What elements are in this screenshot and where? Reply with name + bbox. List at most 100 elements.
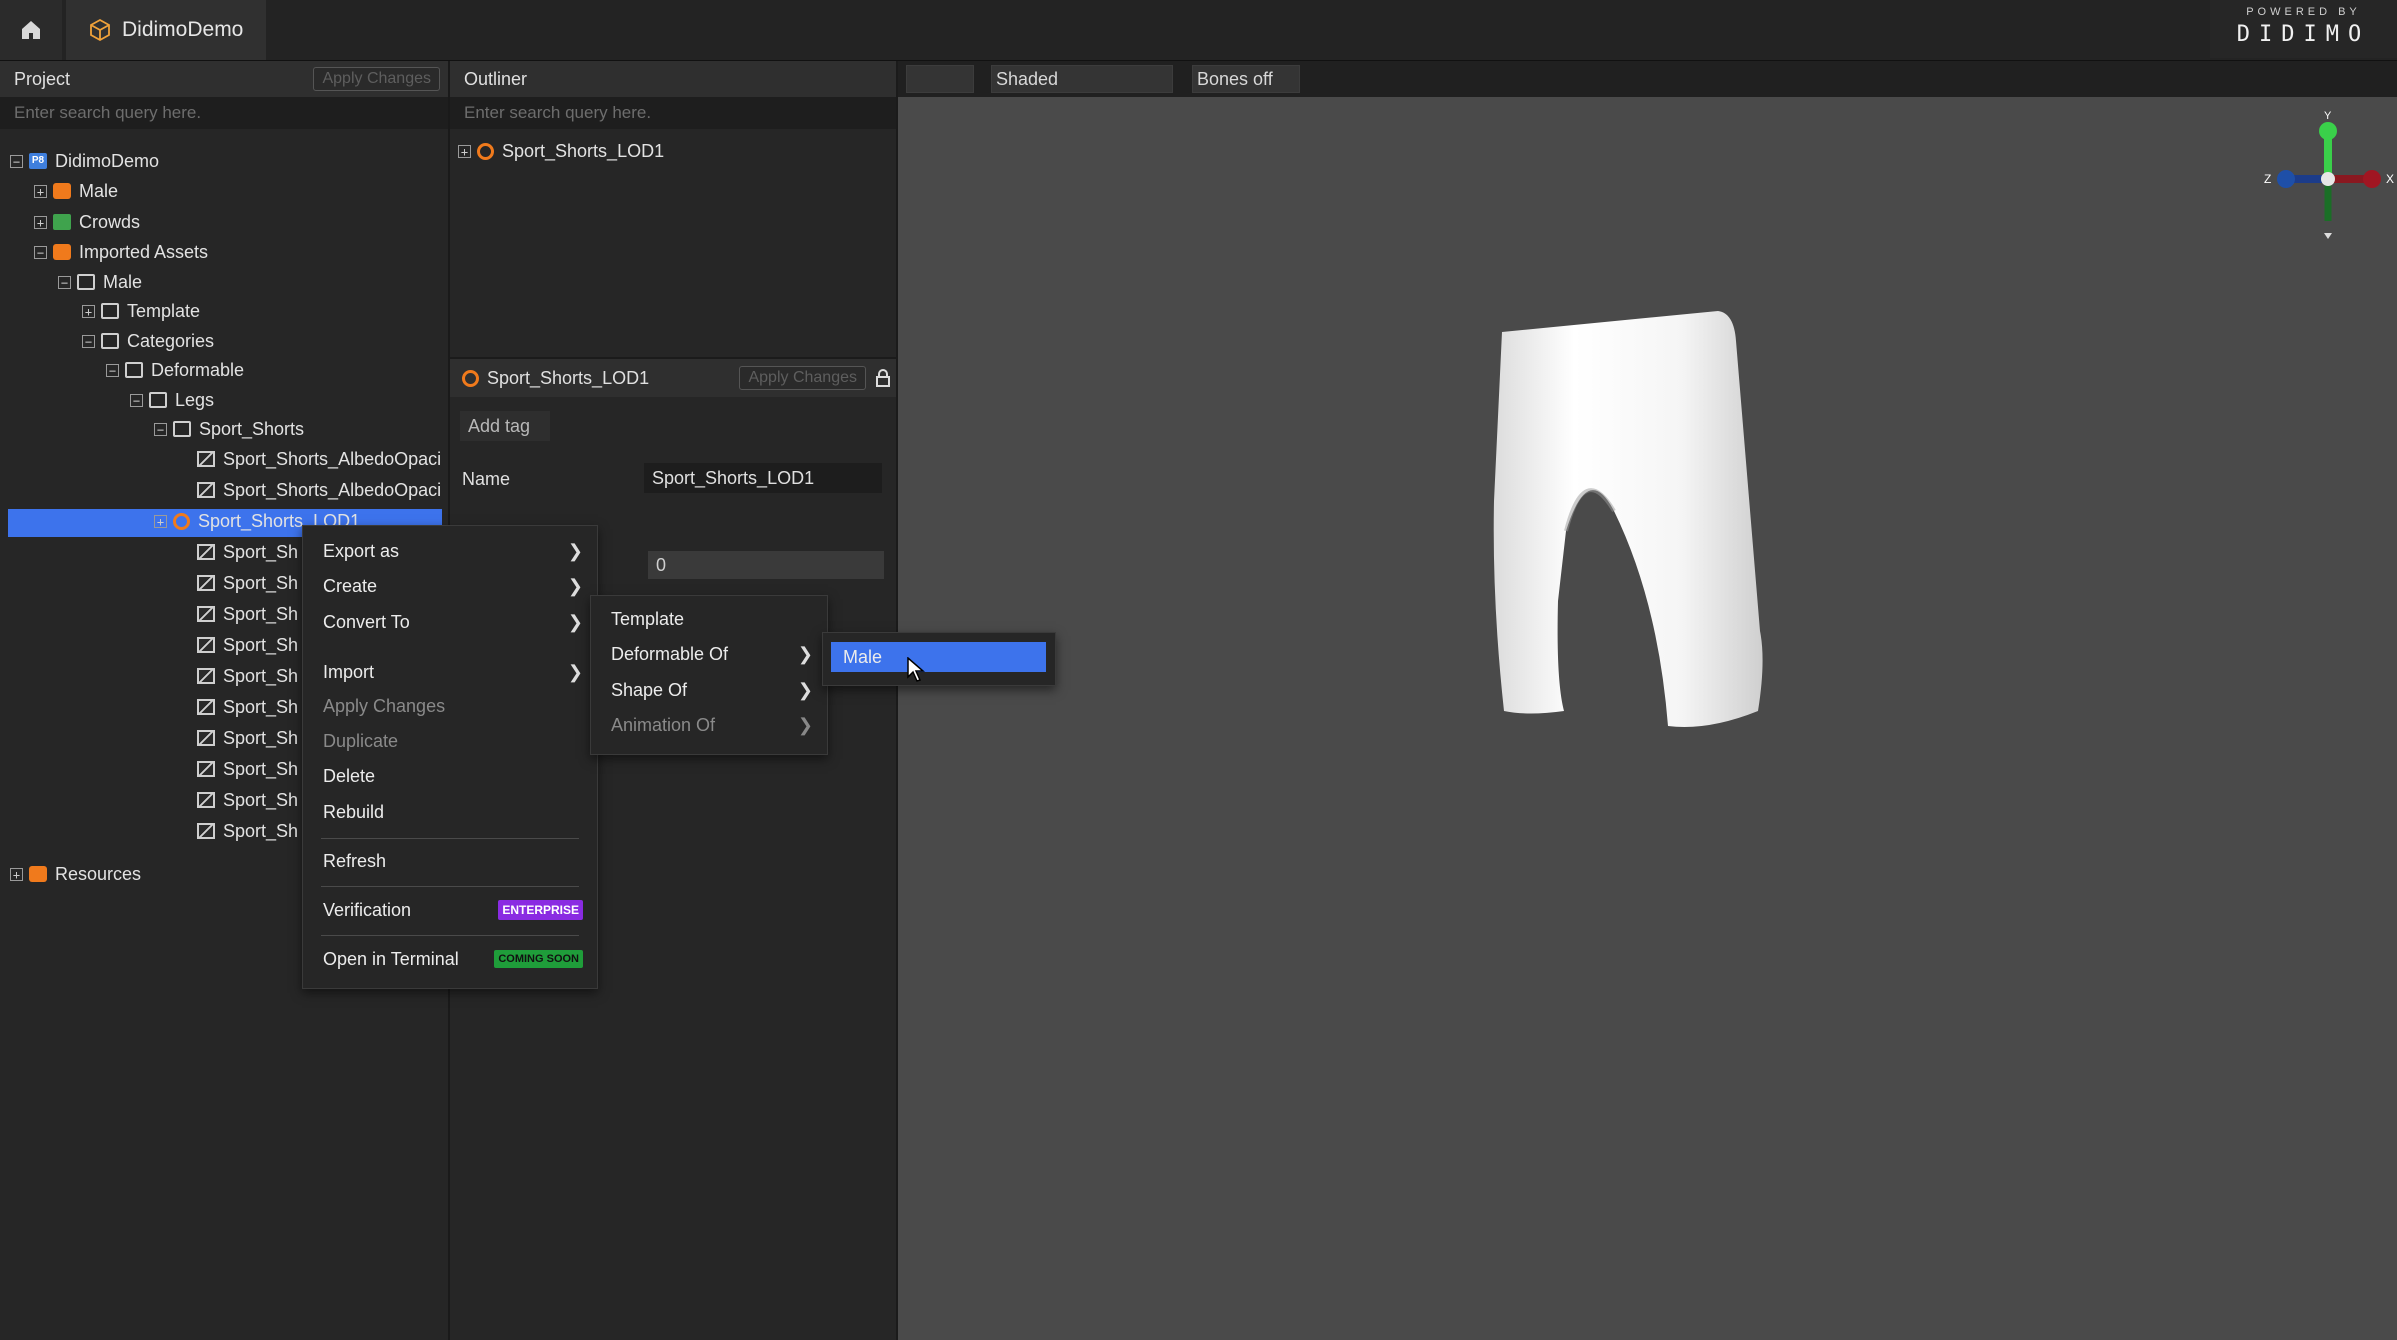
tree-item-label: Sport_Sh: [223, 820, 299, 841]
mesh-icon: [173, 512, 190, 530]
collapse-icon[interactable]: −: [130, 393, 143, 407]
expand-icon[interactable]: +: [458, 144, 471, 158]
collapse-icon[interactable]: −: [154, 422, 167, 436]
tree-item[interactable]: Sport_Shorts_AlbedoOpaci: [178, 444, 441, 474]
enterprise-badge: ENTERPRISE: [498, 900, 583, 920]
tree-item[interactable]: − Male: [58, 267, 142, 297]
tree-item[interactable]: Sport_Sh: [178, 537, 298, 567]
tree-item[interactable]: Sport_Shorts_AlbedoOpaci: [178, 475, 441, 505]
menu-deformable-of[interactable]: Deformable Of ❯: [591, 637, 827, 671]
assets-icon: [53, 244, 71, 260]
project-title: Project: [14, 68, 71, 89]
tree-item[interactable]: + Resources: [10, 859, 141, 889]
menu-rebuild[interactable]: Rebuild: [303, 795, 597, 829]
tree-item[interactable]: Sport_Sh: [178, 599, 298, 629]
collapse-icon[interactable]: −: [10, 154, 23, 168]
tree-item[interactable]: − Categories: [82, 326, 214, 356]
tree-item[interactable]: Sport_Sh: [178, 692, 298, 722]
menu-export-as[interactable]: Export as ❯: [303, 534, 597, 568]
tree-item-label: Sport_Shorts: [199, 418, 305, 439]
texture-icon: [197, 730, 215, 746]
collapse-icon[interactable]: −: [58, 275, 71, 289]
tree-item[interactable]: Sport_Sh: [178, 661, 298, 691]
chevron-right-icon: ❯: [567, 661, 583, 682]
tree-item[interactable]: − Legs: [130, 385, 214, 415]
menu-apply-changes[interactable]: Apply Changes: [303, 689, 597, 723]
collapse-icon[interactable]: −: [106, 363, 119, 377]
chevron-right-icon: ❯: [797, 643, 813, 664]
tree-item-label: Legs: [175, 389, 215, 410]
menu-verification[interactable]: Verification ENTERPRISE: [303, 893, 597, 927]
outliner-item[interactable]: + Sport_Shorts_LOD1: [458, 136, 664, 166]
menu-male[interactable]: Male: [831, 642, 1046, 672]
collapse-icon[interactable]: −: [82, 334, 95, 348]
tree-item[interactable]: − Sport_Shorts: [154, 414, 304, 444]
logo-powered-by: POWERED BY: [2246, 6, 2361, 18]
menu-refresh[interactable]: Refresh: [303, 844, 597, 878]
tree-item[interactable]: − Deformable: [106, 355, 244, 385]
chevron-right-icon: ❯: [567, 611, 583, 632]
viewport-3d[interactable]: Shaded Bones off Y X Z: [898, 61, 2397, 1340]
folder-icon: [77, 274, 95, 290]
outliner-search-input[interactable]: Enter search query here.: [450, 97, 896, 129]
menu-open-in-terminal[interactable]: Open in Terminal COMING SOON: [303, 942, 597, 976]
menu-import[interactable]: Import ❯: [303, 655, 597, 689]
menu-template[interactable]: Template: [591, 602, 827, 636]
tree-item[interactable]: Sport_Sh: [178, 723, 298, 753]
tree-item[interactable]: Sport_Sh: [178, 630, 298, 660]
tree-item[interactable]: Sport_Sh: [178, 568, 298, 598]
texture-icon: [197, 451, 215, 467]
tree-item[interactable]: + Template: [82, 296, 200, 326]
texture-icon: [197, 482, 215, 498]
menu-duplicate[interactable]: Duplicate: [303, 724, 597, 758]
expand-icon[interactable]: +: [10, 867, 23, 881]
tree-item-label: Sport_Sh: [223, 634, 299, 655]
app-tab[interactable]: DidimoDemo: [66, 0, 266, 60]
inspector-asset-name: Sport_Shorts_LOD1: [487, 367, 650, 388]
menu-shape-of[interactable]: Shape Of ❯: [591, 673, 827, 707]
expand-icon[interactable]: +: [82, 304, 95, 318]
collapse-icon[interactable]: −: [34, 245, 47, 259]
tree-item[interactable]: Sport_Sh: [178, 816, 298, 846]
project-apply-changes-button[interactable]: Apply Changes: [313, 67, 440, 91]
outliner-header: Outliner: [450, 61, 896, 97]
tree-item[interactable]: − Imported Assets: [34, 237, 208, 267]
tree-item[interactable]: Sport_Sh: [178, 785, 298, 815]
menu-label: Create: [323, 575, 378, 596]
texture-icon: [197, 699, 215, 715]
tree-item[interactable]: Sport_Sh: [178, 754, 298, 784]
numeric-field[interactable]: 0: [648, 551, 884, 579]
chevron-right-icon: ❯: [567, 575, 583, 596]
folder-icon: [125, 362, 143, 378]
folder-icon: [149, 392, 167, 408]
bones-toggle[interactable]: Bones off: [1192, 65, 1300, 93]
home-button[interactable]: [0, 0, 62, 60]
axis-gizmo[interactable]: Y X Z: [2258, 111, 2397, 241]
menu-convert-to[interactable]: Convert To ❯: [303, 605, 597, 639]
tree-item-label: Crowds: [79, 211, 141, 232]
project-search-input[interactable]: Enter search query here.: [0, 97, 448, 129]
tree-item[interactable]: − P8 DidimoDemo: [10, 146, 159, 176]
menu-create[interactable]: Create ❯: [303, 569, 597, 603]
tree-item[interactable]: + Male: [34, 176, 118, 206]
menu-animation-of[interactable]: Animation Of ❯: [591, 708, 827, 742]
expand-icon[interactable]: +: [154, 514, 167, 528]
tree-item[interactable]: + Crowds: [34, 207, 140, 237]
expand-icon[interactable]: +: [34, 184, 47, 198]
shading-dropdown[interactable]: Shaded: [991, 65, 1173, 93]
lock-icon[interactable]: [876, 369, 890, 387]
app-title: DidimoDemo: [122, 18, 244, 41]
mesh-icon: [462, 369, 479, 387]
menu-delete[interactable]: Delete: [303, 759, 597, 793]
tree-item-label: Sport_Sh: [223, 696, 299, 717]
inspector-apply-changes-button[interactable]: Apply Changes: [739, 366, 866, 390]
chevron-right-icon: ❯: [797, 679, 813, 700]
add-tag-button[interactable]: Add tag: [460, 411, 550, 441]
name-field[interactable]: Sport_Shorts_LOD1: [644, 463, 882, 493]
menu-label: Shape Of: [611, 679, 688, 700]
expand-icon[interactable]: +: [34, 215, 47, 229]
camera-dropdown[interactable]: [906, 65, 974, 93]
